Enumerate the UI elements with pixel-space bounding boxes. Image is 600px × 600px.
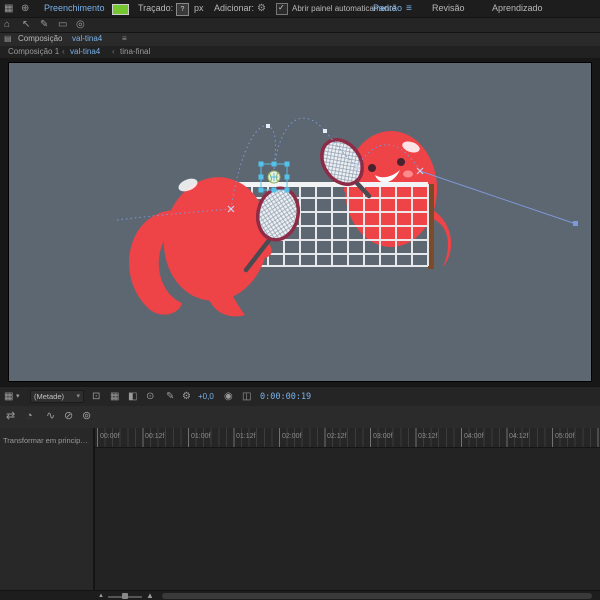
workspace-tab-revisao[interactable]: Revisão	[432, 4, 465, 13]
graph-editor-icon[interactable]: ⊚	[82, 411, 91, 422]
preview-timecode[interactable]: 0:00:00:19	[260, 393, 311, 402]
crosshair-tool-icon[interactable]: ⊕	[21, 4, 29, 14]
add-gear-icon[interactable]: ⚙	[257, 4, 266, 14]
zoom-out-mountain-icon[interactable]: ▲	[98, 593, 104, 599]
left-character	[129, 177, 272, 317]
breadcrumb-comp1[interactable]: Composição 1	[8, 48, 59, 56]
breadcrumb-tina-final[interactable]: tina-final	[120, 48, 150, 56]
ruler-label: 00:00f	[100, 433, 120, 440]
toolbar-main: ▦ ⊕ Preenchimento Traçado: ? px Adiciona…	[0, 0, 600, 18]
composition-viewer	[0, 58, 600, 386]
chevron-left-icon: ‹	[62, 47, 65, 56]
zoom-slider-thumb[interactable]	[122, 593, 128, 599]
ruler-label: 03:00f	[373, 433, 393, 440]
scene-svg[interactable]	[9, 63, 593, 383]
chevron-left-icon: ‹	[112, 47, 115, 56]
magnification-icon[interactable]: ▦	[4, 392, 13, 402]
fill-label[interactable]: Preenchimento	[44, 4, 105, 13]
zoom-in-mountain-icon[interactable]: ▲	[146, 592, 154, 600]
timeline-left-panel: Transformar em principal...	[0, 428, 95, 590]
caret-down-icon: ▾	[76, 393, 80, 400]
flowchart-icon[interactable]: ⇄	[6, 411, 15, 422]
exposure-value[interactable]: +0,0	[198, 393, 214, 401]
right-eye-left	[368, 164, 376, 172]
ruler-label: 03:12f	[418, 433, 438, 440]
channels-icon[interactable]: ⊙	[146, 392, 154, 402]
transparency-grid-icon[interactable]: ▦	[110, 392, 119, 402]
path-end-handle[interactable]	[573, 221, 578, 226]
wave-icon[interactable]: ∿	[46, 411, 55, 422]
timeline-toolbar: ⇄ ◔ ∿ ⊘ ⊚	[0, 406, 600, 429]
zoom-tool-icon[interactable]: ◎	[76, 20, 85, 30]
workspace-tab-padrao[interactable]: Padrão	[373, 4, 402, 13]
horizontal-scrollbar[interactable]	[162, 593, 592, 599]
timeline-bottom-bar: ▲ ▲	[0, 590, 600, 600]
pen-tool-icon[interactable]: ✎	[40, 20, 48, 30]
panel-title[interactable]: Composição	[18, 35, 62, 43]
panel-menu-icon[interactable]: ≡	[122, 35, 127, 43]
draft-clock-icon[interactable]: ◔	[26, 411, 33, 422]
stroke-label[interactable]: Traçado:	[138, 4, 173, 13]
path-vertex[interactable]	[266, 124, 270, 128]
ruler-label: 02:12f	[327, 433, 347, 440]
after-effects-window: ▦ ⊕ Preenchimento Traçado: ? px Adiciona…	[0, 0, 600, 600]
caret-down-icon[interactable]: ▾	[16, 393, 20, 400]
panel-comp-name[interactable]: val-tina4	[72, 35, 102, 43]
fill-color-swatch[interactable]	[112, 4, 129, 15]
check-icon: ✓	[278, 3, 285, 12]
composition-panel-tab-bar: ▤ Composição val-tina4 ≡	[0, 33, 600, 47]
pen-icon[interactable]: ✎	[166, 392, 174, 402]
composition-canvas[interactable]	[8, 62, 592, 382]
grid-tool-icon[interactable]: ▦	[4, 4, 13, 14]
home-icon[interactable]: ⌂	[4, 20, 10, 30]
right-eye-right	[397, 158, 405, 166]
ruler-label: 00:12f	[145, 433, 165, 440]
roi-icon[interactable]: ⊡	[92, 392, 100, 402]
ruler-label: 04:12f	[509, 433, 529, 440]
workspace-tab-aprendizado[interactable]: Aprendizado	[492, 4, 543, 13]
resolution-dropdown[interactable]: (Metade) ▾	[30, 390, 84, 403]
stroke-unit-label: px	[194, 3, 204, 13]
shape-tool-icon[interactable]: ▭	[58, 20, 67, 30]
auto-open-checkbox[interactable]: ✓	[276, 3, 288, 15]
stroke-swatch[interactable]: ?	[176, 3, 189, 16]
ruler-label: 02:00f	[282, 433, 302, 440]
parent-column-header: Transformar em principal...	[3, 436, 91, 445]
ruler-label: 01:00f	[191, 433, 211, 440]
viewer-controls: ▦ ▾ (Metade) ▾ ⊡ ▦ ◧ ⊙ ✎ ⚙ +0,0 ◉ ◫ 0:00…	[0, 386, 600, 408]
mask-visibility-icon[interactable]: ◧	[128, 392, 137, 402]
add-label: Adicionar:	[214, 3, 255, 13]
breadcrumb-active[interactable]: val-tina4	[70, 48, 100, 56]
ruler-label: 01:12f	[236, 433, 256, 440]
resolution-value: (Metade)	[34, 391, 65, 401]
path-vertex[interactable]	[323, 129, 327, 133]
timeline-panel: ⇄ ◔ ∿ ⊘ ⊚ 00:00f 00:12f 01:00f 01:12f 02…	[0, 406, 600, 600]
panel-icon: ▤	[4, 34, 12, 43]
snapshot-camera-icon[interactable]: ◉	[224, 392, 233, 402]
toolbar-tools: ⌂ ↖ ✎ ▭ ◎	[0, 18, 600, 33]
workspace-menu-icon[interactable]: ≡	[406, 4, 412, 14]
ruler-label: 05:00f	[555, 433, 575, 440]
motion-blur-icon[interactable]: ⊘	[64, 411, 73, 422]
show-snapshot-icon[interactable]: ◫	[242, 392, 251, 402]
selection-handles[interactable]	[258, 161, 290, 193]
gear-icon[interactable]: ⚙	[182, 392, 191, 402]
selection-tool-icon[interactable]: ↖	[22, 20, 30, 30]
ruler-label: 04:00f	[464, 433, 484, 440]
